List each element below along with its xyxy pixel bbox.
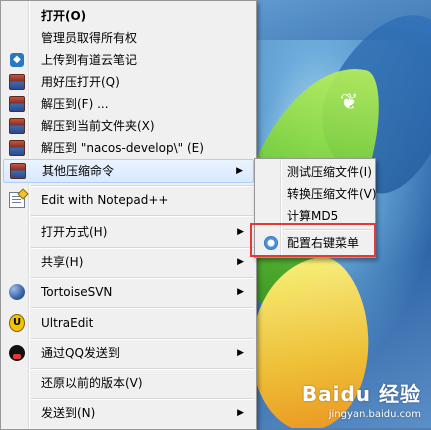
menu-item-label: 打开方式(H) [41,225,108,239]
context-menu: 打开(O) 管理员取得所有权 ◆ 上传到有道云笔记 用好压打开(Q) 解压到(F… [0,0,257,430]
winrar-archive-icon [9,96,25,112]
menu-item-open-with-haozip[interactable]: 用好压打开(Q) [3,71,254,93]
submenu-arrow-icon: ▶ [237,227,244,237]
submenu-arrow-icon: ▶ [237,287,244,297]
menu-item-extract-to-folder[interactable]: 解压到 "nacos-develop\" (E) [3,137,254,159]
menu-item-edit-notepadpp[interactable]: Edit with Notepad++ [3,189,254,211]
menu-separator [31,247,254,249]
menu-item-label: 用好压打开(Q) [41,75,120,89]
menu-item-ultraedit[interactable]: U UltraEdit [3,312,254,334]
menu-item-label: 还原以前的版本(V) [41,376,143,390]
menu-item-send-to[interactable]: 发送到(N) ▶ [3,402,254,424]
winrar-archive-icon [9,74,25,90]
submenu-arrow-icon: ▶ [237,348,244,358]
menu-item-label: 解压到 "nacos-develop\" (E) [41,141,204,155]
menu-item-open[interactable]: 打开(O) [3,5,254,27]
menu-separator [31,338,254,340]
tortoisesvn-icon [9,284,25,300]
menu-item-label: 解压到当前文件夹(X) [41,119,155,133]
menu-item-label: 管理员取得所有权 [41,31,138,45]
menu-item-other-compress-commands[interactable]: 其他压缩命令 ▶ [3,159,254,183]
menu-item-send-via-qq[interactable]: 通过QQ发送到 ▶ [3,342,254,364]
butterfly-icon: ❦ [340,90,359,115]
menu-item-extract-here[interactable]: 解压到当前文件夹(X) [3,115,254,137]
menu-item-label: 通过QQ发送到 [41,346,120,360]
watermark-brand: Baidu 经验 [301,382,421,406]
submenu-item-test-archive[interactable]: 测试压缩文件(I) [257,161,373,183]
menu-item-label: 解压到(F) ... [41,97,109,111]
menu-separator [31,368,254,370]
menu-item-label: 共享(H) [41,255,84,269]
winrar-archive-icon [10,163,26,179]
baidu-jingyan-watermark: Baidu 经验 jingyan.baidu.com [302,378,421,420]
submenu-arrow-icon: ▶ [237,257,244,267]
menu-item-upload-youdao[interactable]: ◆ 上传到有道云笔记 [3,49,254,71]
watermark-url: jingyan.baidu.com [328,409,421,420]
winrar-archive-icon [9,140,25,156]
winrar-archive-icon [9,118,25,134]
menu-item-label: 测试压缩文件(I) [287,165,372,179]
menu-item-label: 其他压缩命令 [42,164,115,178]
menu-separator [31,307,254,309]
menu-item-label: 上传到有道云笔记 [41,53,138,67]
menu-item-label: UltraEdit [41,316,94,330]
menu-item-restore-previous-versions[interactable]: 还原以前的版本(V) [3,372,254,394]
menu-separator [31,215,254,217]
menu-item-label: 转换压缩文件(V) [287,187,377,201]
menu-item-take-ownership[interactable]: 管理员取得所有权 [3,27,254,49]
menu-separator [31,277,254,279]
menu-item-tortoisesvn[interactable]: TortoiseSVN ▶ [3,281,254,303]
submenu-arrow-icon: ▶ [237,408,244,418]
highlight-annotation-box [250,223,376,257]
ultraedit-icon: U [9,314,25,332]
submenu-arrow-icon: ▶ [236,166,243,176]
menu-item-label: Edit with Notepad++ [41,193,169,207]
menu-item-extract-to[interactable]: 解压到(F) ... [3,93,254,115]
qq-icon [9,345,25,361]
menu-item-label: TortoiseSVN [41,285,113,299]
menu-item-label: 打开(O) [41,9,87,23]
menu-item-label: 发送到(N) [41,406,96,420]
submenu-item-convert-archive[interactable]: 转换压缩文件(V) [257,183,377,205]
menu-item-share[interactable]: 共享(H) ▶ [3,251,254,273]
menu-item-open-with[interactable]: 打开方式(H) ▶ [3,221,254,243]
notepadpp-icon [9,192,25,208]
youdao-note-icon: ◆ [9,52,25,68]
menu-separator [31,185,254,187]
menu-separator [31,398,254,400]
